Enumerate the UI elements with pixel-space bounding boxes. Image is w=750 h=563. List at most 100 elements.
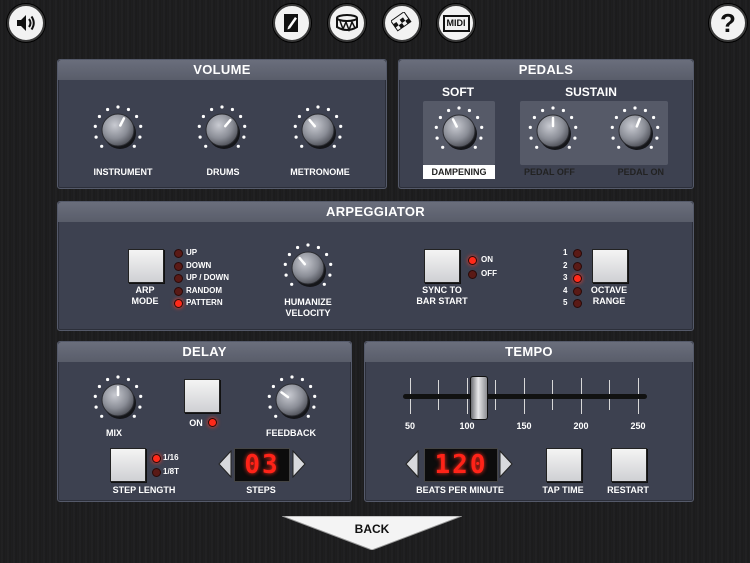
delay-panel: DELAY MIX ON FEEDBACK STEP LENGTH 1/16 1…: [57, 341, 352, 502]
restart-button[interactable]: [611, 448, 647, 482]
instrument-label: INSTRUMENT: [93, 167, 153, 177]
arp-mode-option: DOWN: [186, 260, 212, 270]
tempo-panel: TEMPO 50 100 150 200 250 120 BEATS PER MINUT…: [364, 341, 694, 502]
arpeggiator-title: ARPEGGIATOR: [58, 202, 693, 222]
sync-to-bar-label: SYNC TO BAR START: [416, 285, 468, 306]
pedal-off-knob[interactable]: [527, 105, 579, 162]
pedals-title: PEDALS: [399, 60, 693, 80]
restart-label: RESTART: [607, 485, 649, 495]
arp-mode-option: PATTERN: [186, 298, 223, 307]
sync-off-label: OFF: [481, 269, 497, 278]
octave-range-button[interactable]: [592, 249, 628, 283]
pedals-panel: PEDALS SOFT SUSTAIN DAMPENING PEDAL OFF …: [398, 59, 694, 189]
sync-off-led: [468, 270, 477, 279]
arp-mode-label: ARP MODE: [131, 285, 159, 306]
volume-title: VOLUME: [58, 60, 386, 80]
steps-decrement-button[interactable]: [218, 450, 232, 478]
help-button[interactable]: ?: [709, 4, 747, 42]
arp-mode-option: UP / DOWN: [186, 273, 229, 282]
pedal-on-label: PEDAL ON: [617, 167, 664, 177]
back-button[interactable]: BACK: [282, 516, 462, 550]
drums-label: DRUMS: [206, 167, 240, 177]
tempo-tick-label: 200: [573, 421, 589, 431]
step-length-button[interactable]: [110, 448, 146, 482]
instrument-knob[interactable]: [92, 104, 144, 161]
arp-mode-option: RANDOM: [186, 285, 222, 295]
feedback-knob[interactable]: [266, 374, 318, 431]
pedal-off-label: PEDAL OFF: [524, 167, 575, 177]
octave-number: 5: [563, 298, 568, 307]
octave-number: 2: [563, 260, 568, 270]
sync-on-led: [468, 256, 477, 265]
step-length-label: STEP LENGTH: [112, 485, 176, 495]
delay-on-label: ON: [189, 418, 203, 428]
steps-label: STEPS: [246, 485, 276, 495]
arpeggiator-panel: ARPEGGIATOR ARP MODE UP DOWN UP / DOWN RAND…: [57, 201, 694, 331]
soft-title: SOFT: [442, 85, 474, 99]
sustain-title: SUSTAIN: [565, 85, 617, 99]
octave-led: [573, 286, 582, 296]
pedal-on-knob[interactable]: [609, 105, 661, 162]
bpm-increment-button[interactable]: [499, 450, 513, 478]
octave-led: [573, 299, 582, 308]
midi-icon: MIDI: [442, 14, 470, 32]
humanize-velocity-label: HUMANIZE VELOCITY: [284, 297, 332, 318]
volume-panel: VOLUME INSTRUMENT DRUMS METRONOME: [57, 59, 387, 189]
bpm-label: BEATS PER MINUTE: [416, 485, 504, 495]
delay-on-led: [208, 418, 217, 427]
delay-on-button[interactable]: [184, 379, 220, 413]
help-icon: ?: [720, 8, 736, 38]
tempo-slider-thumb[interactable]: [470, 376, 489, 420]
checkered-flag-icon: [391, 12, 412, 32]
tempo-tick-label: 150: [516, 421, 532, 431]
dampening-label: DAMPENING: [423, 165, 495, 179]
arp-mode-led: [174, 274, 183, 283]
tempo-slider-track[interactable]: [403, 394, 647, 399]
feedback-label: FEEDBACK: [265, 428, 316, 438]
arp-mode-led: [174, 299, 183, 308]
step-1-16-led: [152, 454, 161, 463]
tempo-title: TEMPO: [365, 342, 693, 362]
humanize-velocity-knob[interactable]: [282, 242, 334, 299]
metronome-label: METRONOME: [290, 167, 350, 177]
tempo-tick-label: 100: [459, 421, 475, 431]
steps-display: 03: [234, 448, 290, 482]
arp-mode-led: [174, 249, 183, 258]
arp-mode-led: [174, 261, 183, 271]
drum-icon: [336, 14, 358, 33]
speaker-icon: [17, 15, 35, 31]
arp-mode-option: UP: [186, 248, 198, 257]
delay-title: DELAY: [58, 342, 351, 362]
drums-button[interactable]: [328, 4, 366, 42]
midi-button[interactable]: MIDI: [437, 4, 475, 42]
bpm-decrement-button[interactable]: [405, 450, 419, 478]
sync-on-label: ON: [481, 255, 493, 264]
octave-number: 3: [563, 273, 568, 282]
finish-button[interactable]: [383, 4, 421, 42]
mix-knob[interactable]: [92, 374, 144, 431]
octave-led: [573, 249, 582, 258]
octave-number: 1: [563, 248, 568, 257]
tempo-tick-label: 50: [404, 421, 415, 431]
step-1-8t-label: 1/8T: [163, 467, 180, 476]
octave-led: [573, 261, 582, 271]
arp-mode-led: [174, 286, 183, 296]
step-1-8t-led: [152, 468, 161, 477]
step-1-16-label: 1/16: [163, 453, 179, 462]
back-label: BACK: [354, 522, 390, 536]
drums-knob[interactable]: [196, 104, 248, 161]
tap-time-label: TAP TIME: [542, 485, 584, 495]
steps-increment-button[interactable]: [292, 450, 306, 478]
speaker-button[interactable]: [7, 4, 45, 42]
tempo-tick-label: 250: [630, 421, 646, 431]
bpm-display: 120: [424, 448, 498, 482]
sync-to-bar-button[interactable]: [424, 249, 460, 283]
metronome-knob[interactable]: [292, 104, 344, 161]
arp-mode-button[interactable]: [128, 249, 164, 283]
octave-led: [573, 274, 582, 283]
mix-label: MIX: [105, 428, 122, 438]
tap-time-button[interactable]: [546, 448, 582, 482]
dampening-knob[interactable]: [433, 105, 485, 162]
pencil-icon: [284, 14, 298, 32]
edit-button[interactable]: [273, 4, 311, 42]
